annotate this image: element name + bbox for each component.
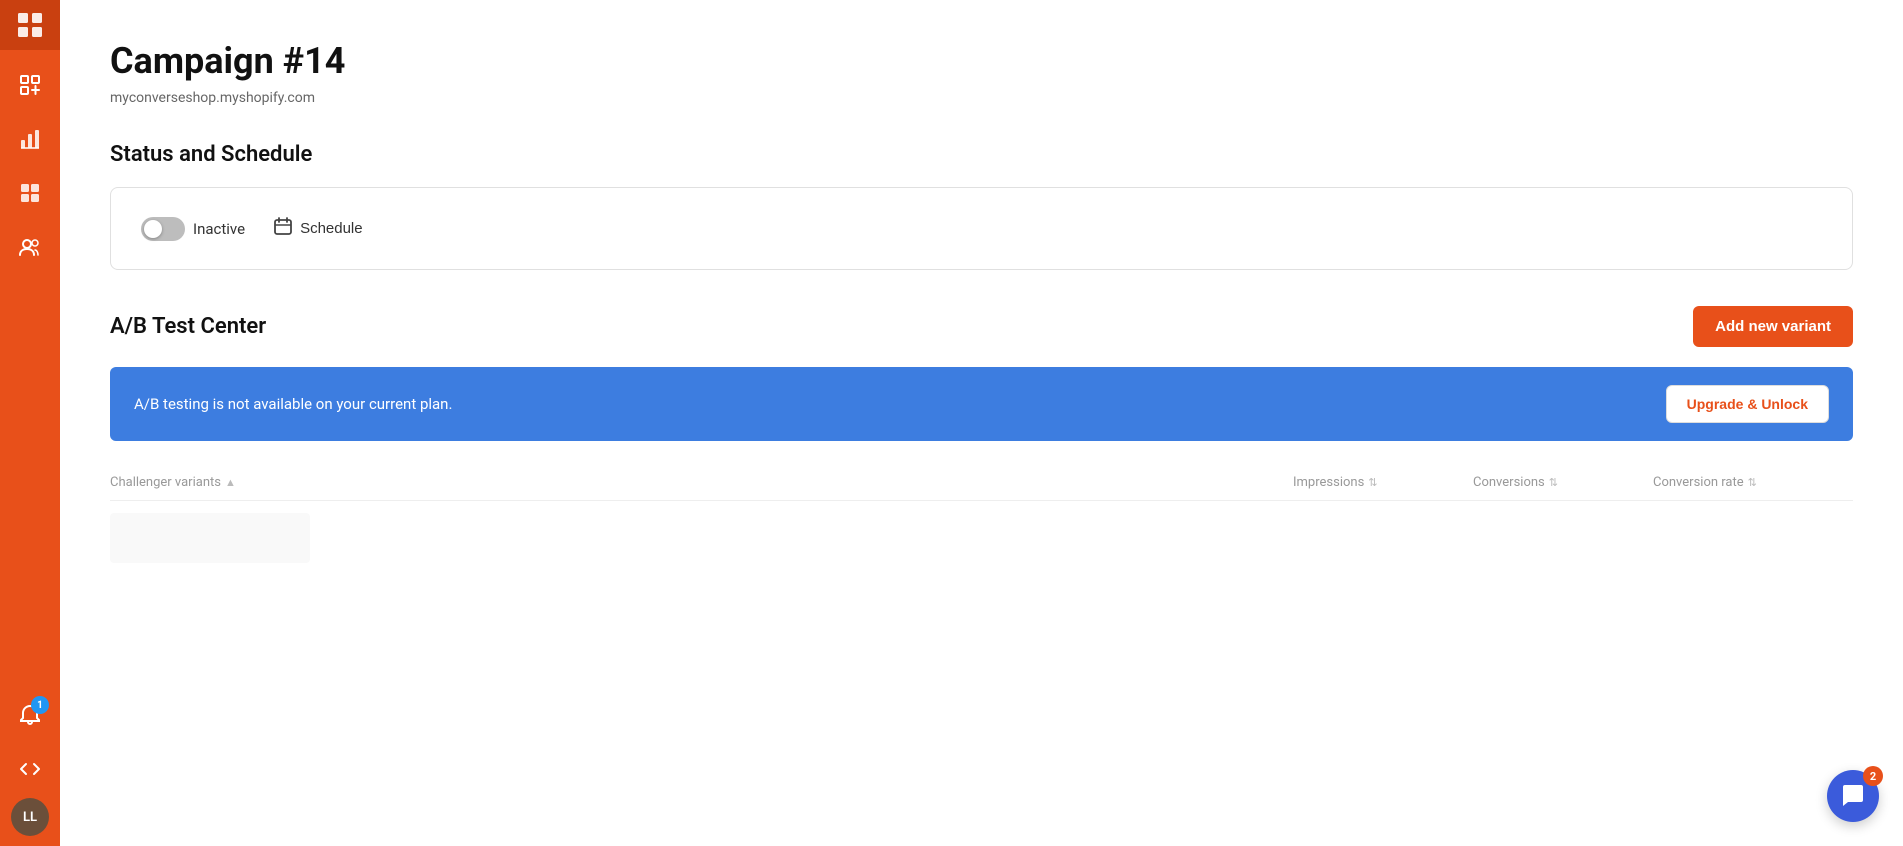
- status-section-title: Status and Schedule: [110, 142, 1853, 167]
- ab-test-banner: A/B testing is not available on your cur…: [110, 367, 1853, 441]
- col-conversions-label: Conversions: [1473, 475, 1545, 490]
- sidebar-bottom: 1 LL: [5, 690, 55, 846]
- page-subtitle: myconverseshop.myshopify.com: [110, 90, 1853, 106]
- toggle-track[interactable]: [141, 217, 185, 241]
- sidebar-bell-button[interactable]: 1: [5, 690, 55, 740]
- status-toggle[interactable]: Inactive: [141, 217, 245, 241]
- col-impressions[interactable]: Impressions ⇅: [1293, 475, 1473, 490]
- ab-banner-text: A/B testing is not available on your cur…: [134, 395, 452, 413]
- sidebar-item-analytics[interactable]: [5, 114, 55, 164]
- sort-icon-challengers: ▲: [225, 476, 236, 489]
- sidebar-item-users[interactable]: [5, 222, 55, 272]
- ab-table-header: Challenger variants ▲ Impressions ⇅ Conv…: [110, 465, 1853, 501]
- user-avatar[interactable]: LL: [11, 798, 49, 836]
- sort-icon-conversions: ⇅: [1549, 476, 1558, 489]
- toggle-thumb: [144, 220, 162, 238]
- sidebar-logo[interactable]: [0, 0, 60, 50]
- status-row: Inactive Schedule: [141, 216, 1822, 241]
- chat-badge: 2: [1863, 766, 1883, 786]
- col-conversion-rate[interactable]: Conversion rate ⇅: [1653, 475, 1853, 490]
- schedule-label: Schedule: [300, 220, 363, 237]
- chat-fab-button[interactable]: 2: [1827, 770, 1879, 822]
- table-row-placeholder: [110, 513, 310, 563]
- add-variant-button[interactable]: Add new variant: [1693, 306, 1853, 347]
- sidebar-nav: [5, 50, 55, 690]
- sort-icon-conversion-rate: ⇅: [1748, 476, 1757, 489]
- calendar-icon: [273, 216, 293, 241]
- main-content: Campaign #14 myconverseshop.myshopify.co…: [60, 0, 1903, 846]
- schedule-button[interactable]: Schedule: [273, 216, 363, 241]
- page-title: Campaign #14: [110, 40, 1853, 82]
- sort-icon-impressions: ⇅: [1368, 476, 1377, 489]
- upgrade-unlock-button[interactable]: Upgrade & Unlock: [1666, 385, 1829, 423]
- col-impressions-label: Impressions: [1293, 475, 1364, 490]
- sidebar-code-button[interactable]: [5, 744, 55, 794]
- ab-test-title: A/B Test Center: [110, 314, 266, 339]
- notification-badge: 1: [31, 696, 49, 714]
- col-challenger-label: Challenger variants: [110, 475, 221, 490]
- sidebar-item-dashboard[interactable]: [5, 60, 55, 110]
- col-conversion-rate-label: Conversion rate: [1653, 475, 1744, 490]
- sidebar: 1 LL: [0, 0, 60, 846]
- sidebar-item-grid[interactable]: [5, 168, 55, 218]
- col-conversions[interactable]: Conversions ⇅: [1473, 475, 1653, 490]
- status-schedule-card: Inactive Schedule: [110, 187, 1853, 270]
- toggle-label: Inactive: [193, 220, 245, 238]
- col-challenger-variants[interactable]: Challenger variants ▲: [110, 475, 1293, 490]
- ab-test-header: A/B Test Center Add new variant: [110, 306, 1853, 347]
